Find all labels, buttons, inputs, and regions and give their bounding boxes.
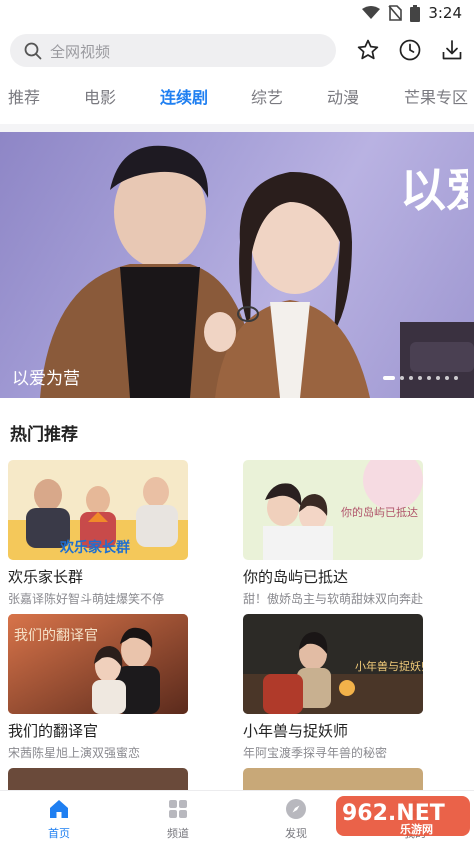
- tab-mango-zone[interactable]: 芒果专区: [404, 84, 468, 108]
- banner-caption: 以爱为营: [12, 369, 80, 389]
- tab-series[interactable]: 连续剧: [160, 84, 208, 108]
- video-card[interactable]: 你的岛屿已抵达 你的岛屿已抵达 甜！傲娇岛主与软萌甜妹双向奔赴: [243, 460, 423, 610]
- video-title: 小年兽与捉妖师: [243, 722, 349, 740]
- hot-recommend-section: 热门推荐 欢乐家长群 欢乐家长群 张嘉译陈好智斗萌娃爆笑不停 你的岛屿已抵达 你…: [0, 398, 474, 792]
- video-subtitle: 年阿宝渡季探寻年兽的秘密: [243, 746, 388, 760]
- star-icon[interactable]: [356, 38, 380, 62]
- site-watermark-logo: 962.NET 乐游网: [336, 796, 470, 836]
- download-icon[interactable]: [440, 38, 464, 62]
- video-thumbnail-partial[interactable]: [243, 768, 423, 792]
- svg-text:欢乐家长群: 欢乐家长群: [59, 539, 130, 556]
- video-card[interactable]: 我们的翻译官 我们的翻译官 宋茜陈星旭上演双强蜜恋: [8, 614, 188, 764]
- banner-dot[interactable]: [427, 376, 431, 380]
- video-subtitle: 甜！傲娇岛主与软萌甜妹双向奔赴: [243, 592, 424, 606]
- banner-title-art: 以爱为营: [400, 163, 468, 217]
- nav-label: 首页: [48, 827, 70, 840]
- status-time: 3:24: [428, 4, 462, 22]
- no-sim-icon: [388, 5, 403, 21]
- top-bar: 全网视频 推荐 电影 连续剧 综艺 动漫 芒果专区: [0, 26, 474, 124]
- banner-dot[interactable]: [418, 376, 422, 380]
- grid-icon: [169, 800, 187, 818]
- video-title: 你的岛屿已抵达: [243, 568, 349, 586]
- banner-dot[interactable]: [409, 376, 413, 380]
- compass-icon: [286, 799, 306, 819]
- svg-text:我们的翻译官: 我们的翻译官: [14, 628, 98, 644]
- svg-text:小年兽与捉妖师: 小年兽与捉妖师: [355, 659, 423, 673]
- video-card[interactable]: 欢乐家长群 欢乐家长群 张嘉译陈好智斗萌娃爆笑不停: [8, 460, 188, 610]
- status-icons: 3:24: [362, 4, 462, 22]
- hero-banner[interactable]: 以爱为营 以爱为营: [0, 132, 474, 398]
- battery-icon: [410, 4, 421, 22]
- nav-discover[interactable]: 发现: [266, 795, 326, 841]
- history-icon[interactable]: [398, 38, 422, 62]
- nav-label: 发现: [285, 827, 307, 840]
- svg-text:以爱为营: 以爱为营: [400, 163, 468, 217]
- svg-text:乐游网: 乐游网: [400, 822, 433, 836]
- nav-channel[interactable]: 频道: [148, 795, 208, 841]
- tab-recommend[interactable]: 推荐: [8, 84, 40, 108]
- video-thumbnail: 你的岛屿已抵达: [243, 460, 423, 560]
- video-subtitle: 宋茜陈星旭上演双强蜜恋: [8, 746, 141, 760]
- video-subtitle: 张嘉译陈好智斗萌娃爆笑不停: [8, 592, 165, 606]
- banner-pagination: [383, 376, 458, 380]
- video-thumbnail: 我们的翻译官: [8, 614, 188, 714]
- search-icon: [24, 42, 42, 60]
- banner-dot[interactable]: [383, 376, 395, 380]
- nav-home[interactable]: 首页: [29, 795, 89, 841]
- video-title: 我们的翻译官: [8, 722, 99, 740]
- tab-anime[interactable]: 动漫: [327, 84, 359, 108]
- banner-dot[interactable]: [454, 376, 458, 380]
- category-tabs: 推荐 电影 连续剧 综艺 动漫 芒果专区: [0, 80, 474, 118]
- video-thumbnail: 欢乐家长群: [8, 460, 188, 560]
- wifi-icon: [362, 6, 381, 19]
- banner-dot[interactable]: [445, 376, 449, 380]
- search-placeholder: 全网视频: [50, 43, 111, 61]
- video-title: 欢乐家长群: [8, 568, 84, 586]
- banner-dot[interactable]: [400, 376, 404, 380]
- nav-label: 频道: [167, 827, 189, 840]
- banner-dot[interactable]: [436, 376, 440, 380]
- tab-variety[interactable]: 综艺: [251, 84, 283, 108]
- svg-text:你的岛屿已抵达: 你的岛屿已抵达: [341, 505, 418, 519]
- video-thumbnail: 小年兽与捉妖师: [243, 614, 423, 714]
- search-input[interactable]: 全网视频: [10, 34, 336, 67]
- video-thumbnail-partial[interactable]: [8, 768, 188, 792]
- home-icon: [50, 800, 68, 818]
- video-card[interactable]: 小年兽与捉妖师 小年兽与捉妖师 年阿宝渡季探寻年兽的秘密: [243, 614, 423, 764]
- section-title: 热门推荐: [10, 425, 78, 445]
- tab-movie[interactable]: 电影: [84, 84, 116, 108]
- status-bar: 3:24: [0, 0, 474, 26]
